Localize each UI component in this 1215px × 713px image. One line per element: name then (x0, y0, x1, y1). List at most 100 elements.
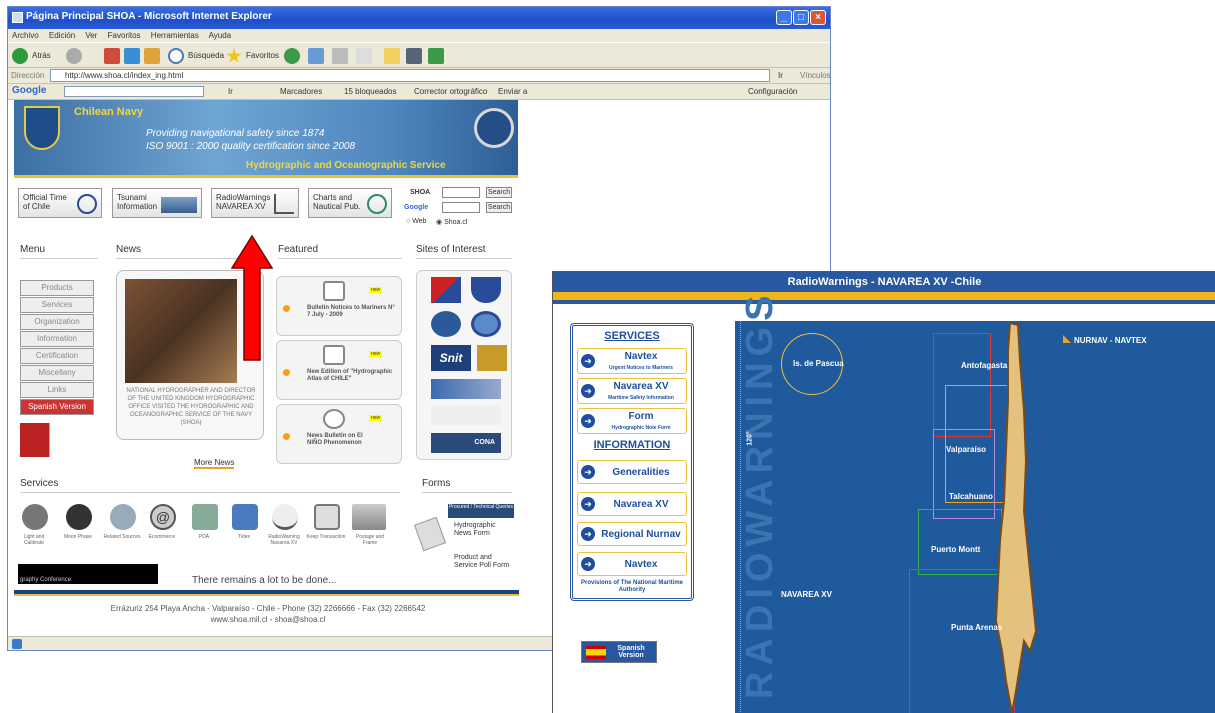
conference-banner[interactable]: graphy Conference (18, 564, 158, 584)
menu-edicion[interactable]: Edición (49, 31, 75, 40)
send-to-button[interactable]: Enviar a (498, 87, 527, 96)
divider (20, 258, 98, 259)
cona-logo[interactable]: CONA (431, 433, 501, 453)
menu-organization[interactable]: Organization (20, 314, 94, 330)
edit-button[interactable] (356, 47, 376, 65)
provisions-link[interactable]: Provisions of The National Maritime Auth… (573, 580, 691, 594)
tides-icon[interactable] (232, 504, 258, 530)
history-button[interactable] (284, 47, 304, 65)
region-label: Valparaíso (946, 445, 987, 454)
official-time-button[interactable]: Official Time of Chile (18, 188, 102, 218)
spellcheck-button[interactable]: Corrector ortográfico (414, 87, 487, 96)
refresh-button[interactable] (124, 47, 144, 65)
google-site-search-input[interactable] (442, 202, 480, 213)
menu-spanish-version[interactable]: Spanish Version (20, 399, 94, 415)
menu-certification[interactable]: Certification (20, 348, 94, 364)
messenger-button[interactable] (428, 47, 448, 65)
featured-item[interactable]: new News Bulletin on El NIÑO Phenomenon (276, 404, 402, 464)
news-photo[interactable] (125, 279, 237, 383)
forward-button[interactable] (66, 47, 86, 65)
menu-herramientas[interactable]: Herramientas (151, 31, 199, 40)
pda-icon[interactable] (192, 504, 218, 530)
bookmarks-button[interactable]: Marcadores (280, 87, 322, 96)
google-site-search-button[interactable]: Search (486, 202, 512, 213)
navarea-xv-button[interactable]: ➜ Navarea XV Maritime Safety Information (577, 378, 687, 404)
navtex-button[interactable]: ➜ Navtex Urgent Notices to Mariners (577, 348, 687, 374)
product-poll-form-link[interactable]: Product and Service Poll Form (454, 554, 514, 570)
featured-item[interactable]: new Bulletin Notices to Mariners N° 7 Ju… (276, 276, 402, 336)
talcahuano-zone[interactable] (933, 429, 995, 519)
site-logo[interactable] (431, 311, 461, 337)
links-label[interactable]: Vínculos (800, 71, 830, 80)
menu-links[interactable]: Links (20, 382, 94, 398)
google-search-input[interactable] (64, 86, 204, 97)
footer-contact[interactable]: www.shoa.mil.cl - shoa@shoa.cl (8, 614, 528, 625)
postage-icon[interactable] (352, 504, 386, 530)
google-go-button[interactable]: Ir (228, 87, 233, 96)
address-input[interactable]: http://www.shoa.cl/index_ing.html (50, 69, 770, 82)
go-button[interactable]: Ir (778, 71, 783, 80)
close-button[interactable]: × (810, 10, 826, 25)
menu-favoritos[interactable]: Favoritos (108, 31, 141, 40)
popup-blocker[interactable]: 15 bloqueados (344, 87, 397, 96)
site-logo[interactable] (471, 277, 501, 303)
forms-header[interactable]: Procured / Technical Queries (448, 504, 514, 518)
form-button[interactable]: ➜ Form Hydrographic Note Form (577, 408, 687, 434)
moon-icon[interactable] (66, 504, 92, 530)
checkmark-icon[interactable] (314, 504, 340, 530)
info-navarea-button[interactable]: ➜ Navarea XV (577, 492, 687, 516)
print-button[interactable] (332, 47, 352, 65)
featured-heading: Featured (278, 244, 319, 255)
radio-web[interactable]: ○ Web (406, 218, 426, 225)
shoa-search-button[interactable]: Search (486, 187, 512, 198)
region-label: Talcahuano (949, 492, 993, 501)
news-caption[interactable]: NATIONAL HYDROGRAPHER AND DIRECTOR OF TH… (125, 387, 257, 427)
site-logo[interactable] (431, 277, 461, 303)
shoa-search-input[interactable] (442, 187, 480, 198)
globe-icon[interactable] (110, 504, 136, 530)
menu-products[interactable]: Products (20, 280, 94, 296)
new-badge: new (369, 415, 383, 421)
radio-shoa[interactable]: ◉ Shoa.cl (436, 218, 467, 226)
information-header: INFORMATION (593, 439, 671, 451)
site-banner-link[interactable] (431, 379, 501, 399)
menu-ver[interactable]: Ver (85, 31, 97, 40)
info-navtex-button[interactable]: ➜ Navtex (577, 552, 687, 576)
snit-logo[interactable]: Snit (431, 345, 471, 371)
iso-certification-badge[interactable] (20, 423, 94, 457)
at-icon[interactable]: @ (150, 504, 176, 530)
radiowarnings-button[interactable]: RadioWarnings NAVAREA XV (211, 188, 299, 218)
spanish-version-button[interactable]: Spanish Version (581, 641, 657, 663)
menu-archivo[interactable]: Archivo (12, 31, 39, 40)
folder-button[interactable] (384, 47, 404, 65)
menu-information[interactable]: Information (20, 331, 94, 347)
search-button[interactable]: Búsqueda (168, 47, 224, 65)
site-logo[interactable] (471, 311, 501, 337)
settings-button[interactable]: Configuración (748, 87, 797, 96)
home-button[interactable] (144, 47, 164, 65)
generalities-button[interactable]: ➜ Generalities (577, 460, 687, 484)
region-label: Punta Arenas (951, 623, 1003, 632)
hydrographic-news-form-link[interactable]: Hydrographic News Form (454, 522, 514, 538)
cd-icon (367, 194, 387, 214)
regional-nurnav-button[interactable]: ➜ Regional Nurnav (577, 522, 687, 546)
back-button[interactable]: Atrás (12, 47, 51, 65)
mail-button[interactable] (308, 47, 328, 65)
menu-miscellany[interactable]: Miscellany (20, 365, 94, 381)
tsunami-button[interactable]: Tsunami Information (112, 188, 202, 218)
charts-button[interactable]: Charts and Nautical Pub. (308, 188, 392, 218)
menu-services[interactable]: Services (20, 297, 94, 313)
lighthouse-icon[interactable] (22, 504, 48, 530)
discuss-button[interactable] (406, 47, 426, 65)
favorites-button[interactable]: Favoritos (226, 47, 279, 65)
clipboard-icon[interactable] (413, 516, 447, 552)
site-banner-link[interactable] (431, 405, 501, 425)
featured-item[interactable]: new New Edition of "Hydrographic Atlas o… (276, 340, 402, 400)
stop-button[interactable] (104, 47, 124, 65)
menu-ayuda[interactable]: Ayuda (209, 31, 232, 40)
minimize-button[interactable]: _ (776, 10, 792, 25)
antenna-icon[interactable] (272, 504, 298, 530)
site-logo[interactable] (477, 345, 507, 371)
maximize-button[interactable]: □ (793, 10, 809, 25)
more-news-link[interactable]: More News (194, 458, 235, 469)
